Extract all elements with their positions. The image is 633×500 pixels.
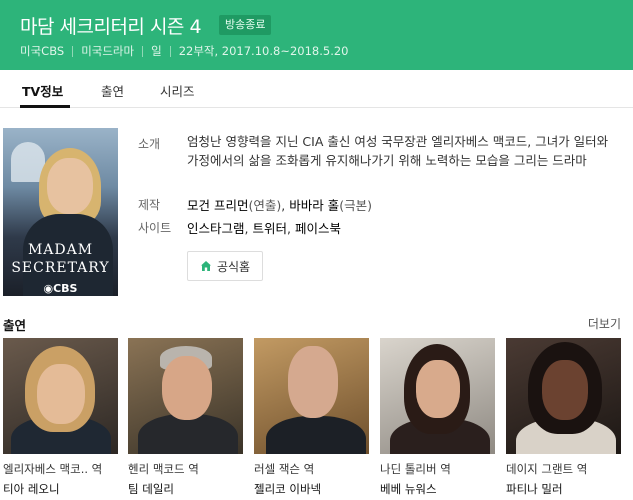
air-day-text: 일: [151, 44, 162, 58]
cast-photo[interactable]: [380, 338, 495, 454]
title-header: 마담 세크리터리 시즌 4 방송종료 미국CBS 미국드라마 일 22부작, 2…: [0, 0, 633, 70]
meta-divider: [142, 45, 144, 57]
site-link-facebook[interactable]: 페이스북: [295, 221, 341, 236]
cast-photo[interactable]: [254, 338, 369, 454]
cast-role: 러셀 잭슨 역: [254, 462, 315, 476]
site-separator: ,: [286, 221, 295, 236]
production-separator: ,: [281, 198, 290, 213]
cast-role: 나딘 톨리버 역: [380, 462, 451, 476]
page-title: 마담 세크리터리 시즌 4: [20, 16, 202, 38]
writer-role: (극본): [339, 198, 372, 213]
tab-tv-info[interactable]: TV정보: [22, 81, 63, 100]
tab-series[interactable]: 시리즈: [160, 81, 195, 100]
channel-text[interactable]: 미국CBS: [20, 43, 64, 59]
synopsis-text: 엄청난 영향력을 지닌 CIA 출신 여성 국무장관 엘리자베스 맥코드, 그녀…: [187, 134, 609, 168]
poster-title-line2: SECRETARY: [11, 260, 110, 276]
site-label: 사이트: [138, 221, 172, 235]
network-logo: ◉CBS: [43, 282, 78, 295]
cast-name[interactable]: 티아 레오니: [3, 481, 60, 497]
more-link[interactable]: 더보기: [588, 315, 621, 332]
cast-role: 헨리 맥코드 역: [128, 462, 199, 476]
episodes-period-text: 22부작, 2017.10.8~2018.5.20: [178, 44, 349, 58]
production-label: 제작: [138, 198, 161, 212]
meta-info: 미국CBS 미국드라마 일 22부작, 2017.10.8~2018.5.20: [20, 43, 348, 59]
writer-link[interactable]: 바바라 홀: [289, 198, 339, 213]
site-link-instagram[interactable]: 인스타그램: [187, 221, 245, 236]
cast-card[interactable]: 나딘 톨리버 역 베베 뉴워스: [380, 338, 495, 496]
official-homepage-button[interactable]: 공식홈: [187, 251, 263, 281]
director-role: (연출): [248, 198, 282, 213]
cast-heading: 출연: [3, 318, 27, 333]
cast-card[interactable]: 데이지 그랜트 역 파티나 밀러: [506, 338, 621, 496]
cast-card[interactable]: 엘리자베스 맥코.. 역 티아 레오니: [3, 338, 118, 496]
cast-name[interactable]: 팀 데일리: [128, 481, 174, 497]
poster-figure-face: [47, 158, 93, 214]
official-homepage-label: 공식홈: [216, 259, 251, 274]
poster-title-line1: MADAM: [27, 242, 94, 258]
cast-photo[interactable]: [128, 338, 243, 454]
meta-divider: [169, 45, 171, 57]
active-tab-indicator: [20, 105, 70, 108]
tab-bar: TV정보 출연 시리즈: [0, 70, 633, 108]
site-link-twitter[interactable]: 트위터: [252, 221, 287, 236]
cast-name[interactable]: 젤리코 이바넥: [254, 481, 321, 497]
cast-photo[interactable]: [506, 338, 621, 454]
cast-photo[interactable]: [3, 338, 118, 454]
poster-image[interactable]: MADAM SECRETARY ◉CBS: [3, 128, 118, 296]
tab-cast[interactable]: 출연: [101, 81, 124, 100]
cast-card[interactable]: 헨리 맥코드 역 팀 데일리: [128, 338, 243, 496]
home-icon: [200, 261, 211, 271]
status-badge: 방송종료: [219, 15, 272, 35]
production-value: 모건 프리먼(연출), 바바라 홀(극본): [187, 195, 372, 214]
genre-text[interactable]: 미국드라마: [81, 43, 134, 59]
cast-role: 데이지 그랜트 역: [506, 462, 588, 476]
synopsis-label: 소개: [138, 137, 161, 151]
meta-divider: [72, 45, 74, 57]
cast-name[interactable]: 파티나 밀러: [506, 481, 563, 497]
site-links: 인스타그램, 트위터, 페이스북: [187, 218, 341, 237]
cast-role: 엘리자베스 맥코.. 역: [3, 462, 103, 476]
director-link[interactable]: 모건 프리먼: [187, 198, 248, 213]
cast-name[interactable]: 베베 뉴워스: [380, 481, 437, 497]
cast-card[interactable]: 러셀 잭슨 역 젤리코 이바넥: [254, 338, 369, 496]
